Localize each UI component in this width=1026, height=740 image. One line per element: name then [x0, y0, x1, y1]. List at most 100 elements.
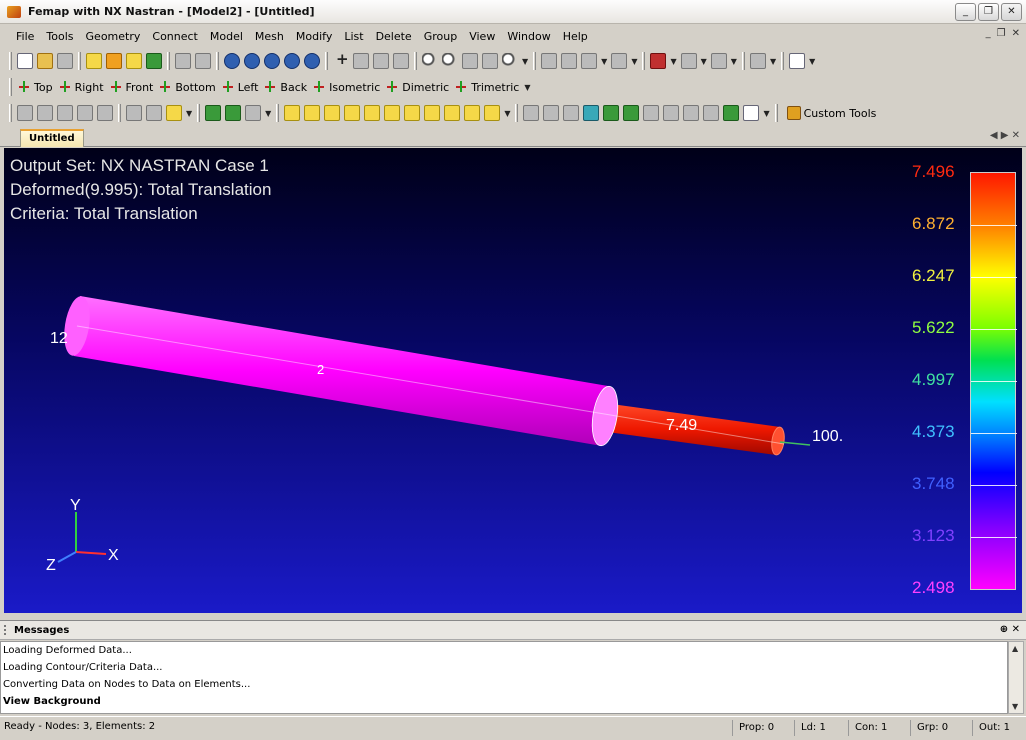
messages-scrollbar[interactable]: ▲ ▼	[1008, 641, 1024, 714]
custom-tools-button[interactable]: Custom Tools	[786, 106, 876, 120]
circle-plus-icon[interactable]	[663, 105, 680, 121]
rotate-down-icon[interactable]	[304, 53, 320, 69]
layout-icon[interactable]	[623, 105, 640, 121]
menu-model[interactable]: Model	[204, 30, 249, 43]
rotate-up-icon[interactable]	[284, 53, 300, 69]
open-folder-icon[interactable]	[37, 53, 53, 69]
view-top-button[interactable]: Top	[18, 80, 53, 94]
view-dimetric-button[interactable]: Dimetric	[386, 80, 449, 94]
entity-coordinate-icon[interactable]	[444, 105, 461, 121]
mdi-restore-button[interactable]: ❐	[997, 28, 1006, 39]
grid-icon[interactable]	[97, 105, 113, 121]
pin-icon[interactable]: ⊕	[1000, 624, 1008, 635]
chevron-down-icon[interactable]: ▼	[504, 109, 510, 118]
zoom-out-icon[interactable]	[442, 53, 458, 69]
layers-icon[interactable]	[611, 53, 628, 69]
view-trimetric-button[interactable]: Trimetric	[455, 80, 519, 94]
chevron-down-icon[interactable]: ▼	[670, 57, 676, 66]
menu-delete[interactable]: Delete	[370, 30, 418, 43]
rotate-left-icon[interactable]	[244, 53, 260, 69]
tab-untitled[interactable]: Untitled	[20, 129, 84, 147]
view-isometric-button[interactable]: Isometric	[313, 80, 380, 94]
mdi-close-button[interactable]: ✕	[1012, 28, 1020, 39]
format-icon[interactable]	[37, 105, 53, 121]
circle-minus-icon[interactable]	[683, 105, 700, 121]
chevron-down-icon[interactable]: ▼	[701, 57, 707, 66]
restore-button[interactable]: ❐	[978, 3, 999, 21]
model-info-icon[interactable]	[106, 53, 122, 69]
entity-node-icon[interactable]	[364, 105, 381, 121]
chevron-down-icon[interactable]: ▼	[731, 57, 737, 66]
menu-tools[interactable]: Tools	[40, 30, 79, 43]
view-box-icon[interactable]	[581, 53, 598, 69]
menu-geometry[interactable]: Geometry	[80, 30, 147, 43]
entity-load-icon[interactable]	[404, 105, 421, 121]
page-icon[interactable]	[57, 105, 73, 121]
chevron-down-icon[interactable]: ▼	[601, 57, 607, 66]
camera-icon[interactable]	[126, 105, 142, 121]
tab-prev-icon[interactable]: ◀	[990, 130, 998, 141]
scroll-up-icon[interactable]: ▲	[1012, 644, 1018, 653]
align-left-icon[interactable]	[523, 105, 540, 121]
mdi-minimize-button[interactable]: _	[986, 28, 991, 39]
sheet-icon[interactable]	[743, 105, 760, 121]
zoom-window-icon[interactable]	[462, 53, 478, 69]
dynamic-zoom-icon[interactable]	[373, 53, 389, 69]
menu-view[interactable]: View	[463, 30, 501, 43]
postprocess-icon[interactable]	[146, 53, 162, 69]
align-right-icon[interactable]	[563, 105, 580, 121]
chevron-down-icon[interactable]: ▼	[524, 83, 530, 92]
scroll-down-icon[interactable]: ▼	[1012, 702, 1018, 711]
entity-surface-icon[interactable]	[324, 105, 341, 121]
magnify-icon[interactable]	[502, 53, 518, 69]
chevron-down-icon[interactable]: ▼	[809, 57, 815, 66]
align-bottom-icon[interactable]	[543, 105, 560, 121]
capture-icon[interactable]	[146, 105, 162, 121]
close-button[interactable]: ✕	[1001, 3, 1022, 21]
chevron-down-icon[interactable]: ▼	[265, 109, 271, 118]
spin-icon[interactable]	[393, 53, 409, 69]
globe-icon[interactable]	[723, 105, 740, 121]
menu-group[interactable]: Group	[418, 30, 464, 43]
view-right-button[interactable]: Right	[59, 80, 104, 94]
minimize-button[interactable]: _	[955, 3, 976, 21]
save-icon[interactable]	[57, 53, 73, 69]
copy-icon[interactable]	[710, 53, 727, 69]
tab-next-icon[interactable]: ▶	[1001, 130, 1009, 141]
zoom-in-icon[interactable]	[422, 53, 438, 69]
menu-help[interactable]: Help	[557, 30, 594, 43]
autoscale-icon[interactable]	[482, 53, 498, 69]
table-icon[interactable]	[77, 105, 93, 121]
chevron-down-icon[interactable]: ▼	[763, 109, 769, 118]
view-left-button[interactable]: Left	[222, 80, 258, 94]
entity-point-icon[interactable]	[284, 105, 301, 121]
counter-icon[interactable]	[245, 105, 262, 121]
menu-connect[interactable]: Connect	[146, 30, 203, 43]
dynamic-rotate-icon[interactable]	[353, 53, 369, 69]
geometry-icon[interactable]	[225, 105, 242, 121]
rotate-right-icon[interactable]	[264, 53, 280, 69]
menu-list[interactable]: List	[338, 30, 369, 43]
femap-app-icon[interactable]	[6, 4, 22, 20]
graphics-viewport[interactable]: Output Set: NX NASTRAN Case 1 Deformed(9…	[4, 148, 1022, 613]
toolbar-grip[interactable]	[9, 52, 12, 70]
tab-close-icon[interactable]: ✕	[1012, 130, 1020, 141]
print-icon[interactable]	[17, 105, 33, 121]
view-align-icon[interactable]	[541, 53, 558, 69]
target-icon[interactable]	[703, 105, 720, 121]
new-file-icon[interactable]	[17, 53, 33, 69]
data-table-icon[interactable]	[126, 53, 142, 69]
entity-material-icon[interactable]	[484, 105, 501, 121]
chevron-down-icon[interactable]: ▼	[522, 57, 528, 66]
menu-window[interactable]: Window	[501, 30, 556, 43]
entity-constraint-icon[interactable]	[424, 105, 441, 121]
mesh-icon[interactable]	[205, 105, 222, 121]
chevron-down-icon[interactable]: ▼	[186, 109, 192, 118]
toolbar-grip[interactable]	[9, 104, 12, 122]
brackets-icon[interactable]	[643, 105, 660, 121]
view-back-button[interactable]: Back	[264, 80, 307, 94]
view-bottom-button[interactable]: Bottom	[159, 80, 216, 94]
toggle-icon[interactable]	[166, 105, 182, 121]
close-icon[interactable]: ✕	[1012, 624, 1020, 635]
panel-grip[interactable]	[4, 625, 10, 635]
